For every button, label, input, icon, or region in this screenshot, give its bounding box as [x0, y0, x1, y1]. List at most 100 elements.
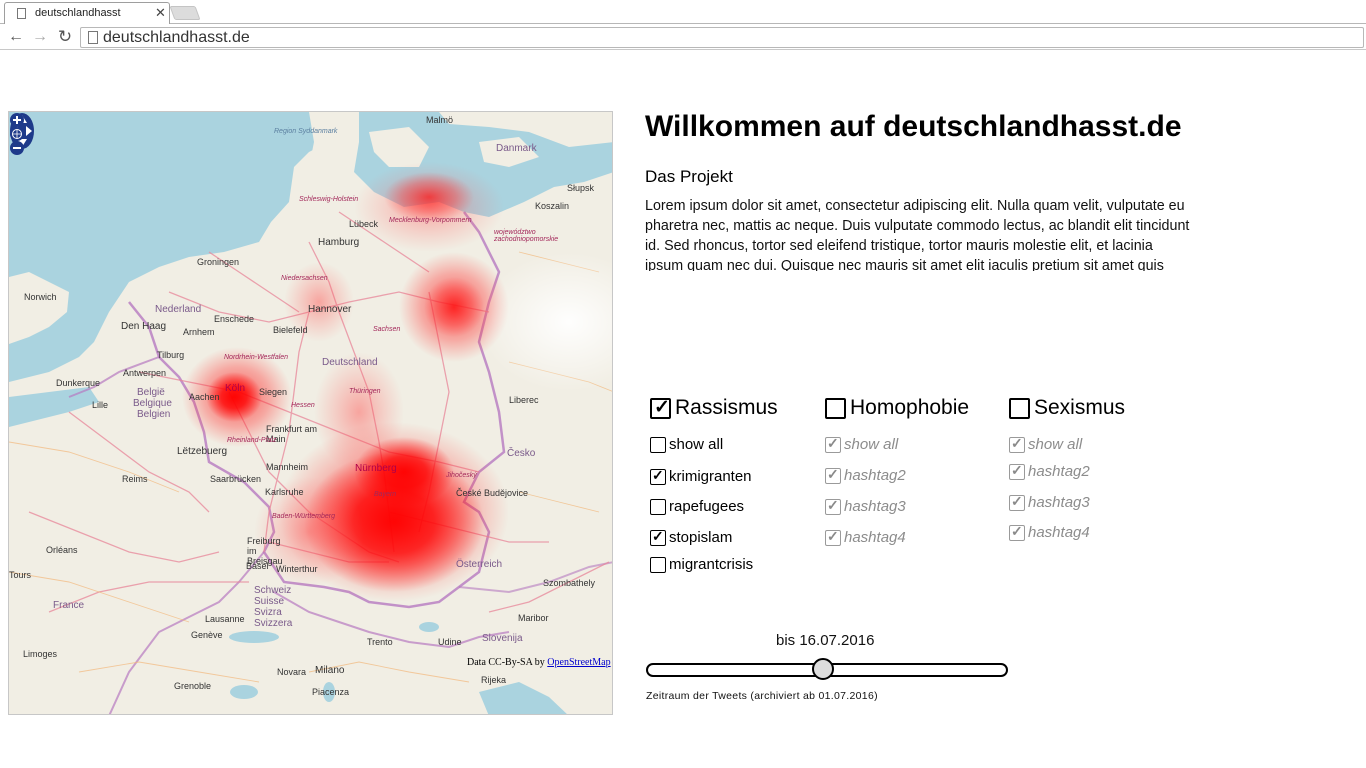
map-label-city: Lübeck: [349, 219, 379, 229]
hashtag-label: hashtag4: [1028, 524, 1090, 541]
map-label-state: Rheinland-Pfalz: [227, 437, 277, 444]
address-url[interactable]: deutschlandhasst.de: [103, 29, 250, 47]
map-label-city: Groningen: [197, 257, 240, 267]
hashtag-label: hashtag2: [844, 467, 906, 484]
map-label-city: Nürnberg: [355, 463, 397, 474]
map-label-city: Szombathely: [543, 578, 596, 588]
page-icon: [88, 31, 98, 44]
map-label-city: Grenoble: [174, 681, 212, 691]
map-label-city: Orléans: [46, 545, 78, 555]
map-label-city: Dunkerque: [56, 378, 101, 388]
hashtag-label: rapefugees: [669, 498, 745, 515]
map-label-city: Norwich: [24, 292, 57, 302]
map-label-city: Lille: [92, 400, 109, 410]
checkmark-icon: ✓: [1011, 435, 1023, 451]
map-label-city: Koszalin: [535, 201, 570, 211]
map-label-city: Rijeka: [481, 675, 507, 685]
attribution-text: Data CC-By-SA by: [467, 657, 548, 668]
time-slider-handle[interactable]: [812, 658, 834, 680]
map-label-city: Lausanne: [205, 614, 245, 624]
forward-arrow-icon[interactable]: →: [30, 27, 50, 47]
tab-strip: deutschlandhasst ✕: [0, 0, 1366, 24]
map-label-city: Limoges: [23, 649, 58, 659]
map-label-country: Lëtzebuerg: [177, 446, 228, 457]
map-label-city: Milano: [315, 665, 345, 676]
map-label-city: České Budějovice: [456, 488, 529, 498]
map-label-state: Nordrhein-Westfalen: [224, 354, 289, 361]
map-label-state: województwo zachodniopomorskie: [494, 229, 559, 243]
map-label-city: Genève: [191, 630, 223, 640]
checkmark-icon: ✓: [827, 435, 839, 451]
map-label-state: Bayern: [374, 491, 397, 498]
map-label-city: Winterthur: [276, 564, 318, 574]
reload-icon[interactable]: ↻: [55, 27, 75, 47]
category-label: Homophobie: [850, 396, 970, 419]
map-label-state: Schleswig-Holstein: [299, 196, 359, 203]
map-label-city: Malmö: [426, 115, 454, 125]
map-label-city: Tours: [9, 570, 32, 580]
hashtag-checkbox: ✓: [1009, 493, 1025, 511]
map-label-country: Belgien: [137, 409, 171, 420]
map-label-city: Hamburg: [318, 237, 360, 248]
map-label-city: Arnhem: [183, 327, 215, 337]
map-label-state: Jihočeský: [446, 472, 477, 479]
openstreetmap-link[interactable]: OpenStreetMap: [547, 657, 610, 668]
map-label-city: Trento: [367, 637, 393, 647]
new-tab-button[interactable]: [169, 6, 201, 20]
map-label-city: Hannover: [308, 304, 352, 315]
checkmark-icon: ✓: [827, 528, 839, 544]
map-label-region: Region Syddanmark: [274, 128, 338, 135]
hashtag-label: hashtag2: [1028, 463, 1090, 480]
map-label-city: Udine: [438, 637, 462, 647]
hashtag-label: hashtag3: [1028, 494, 1090, 511]
hashtag-label: show all: [669, 436, 724, 453]
map-label-state: Baden-Württemberg: [272, 513, 336, 520]
slider-caption: Zeitraum der Tweets (archiviert ab 01.07…: [646, 690, 878, 702]
category-label: Sexismus: [1034, 396, 1126, 419]
checkmark-icon: ✓: [654, 397, 670, 418]
date-label: bis 16.07.2016: [776, 632, 875, 649]
checkmark-icon: ✓: [827, 466, 839, 482]
category-checkbox[interactable]: ✓: [650, 397, 671, 419]
hashtag-label: show all: [1028, 436, 1083, 453]
hashtag-checkbox: ✓: [1009, 523, 1025, 541]
category-checkbox[interactable]: [1009, 398, 1030, 419]
section-heading: Das Projekt: [645, 167, 733, 186]
hashtag-checkbox[interactable]: ✓: [650, 467, 666, 485]
browser-tab[interactable]: deutschlandhasst ✕: [4, 2, 170, 24]
map-label-city: Karlsruhe: [265, 487, 304, 497]
category-checkbox[interactable]: [825, 398, 846, 419]
checkmark-icon: ✓: [1011, 493, 1023, 509]
map-label-city: Piacenza: [312, 687, 350, 697]
hashtag-checkbox: ✓: [825, 528, 841, 546]
browser-toolbar: ← → ↻ deutschlandhasst.de: [0, 24, 1366, 50]
address-bar[interactable]: deutschlandhasst.de: [80, 27, 1364, 48]
heatmap-map[interactable]: Malmö Danmark Słupsk Koszalin Region Syd…: [8, 111, 613, 715]
map-label-city: Basel: [246, 561, 269, 571]
back-arrow-icon[interactable]: ←: [6, 27, 26, 47]
hashtag-checkbox[interactable]: [650, 437, 666, 453]
hashtag-checkbox[interactable]: ✓: [650, 528, 666, 546]
hashtag-label: hashtag4: [844, 529, 906, 546]
map-label-country: Nederland: [155, 304, 202, 315]
hashtag-checkbox: ✓: [825, 466, 841, 484]
checkmark-icon: ✓: [652, 467, 664, 483]
map-attribution: Data CC-By-SA by OpenStreetMap: [467, 657, 611, 668]
map-label-country: Slovenija: [482, 633, 523, 644]
map-label-city: Mannheim: [266, 462, 309, 472]
map-label-country: Schweiz Suisse Svizra Svizzera: [254, 585, 293, 629]
close-tab-icon[interactable]: ✕: [155, 5, 166, 21]
checkmark-icon: ✓: [1011, 462, 1023, 478]
map-label-country: Belgique: [133, 398, 172, 409]
zoom-control[interactable]: [9, 112, 25, 156]
map-label-state: Niedersachsen: [281, 275, 328, 282]
map-label-city: Enschede: [214, 314, 255, 324]
map-label-country: België: [137, 387, 165, 398]
checkmark-icon: ✓: [652, 528, 664, 544]
hashtag-checkbox[interactable]: [650, 499, 666, 515]
map-label-country: Deutschland: [322, 357, 378, 368]
map-label-country: France: [53, 600, 85, 611]
map-label-state: Thüringen: [349, 388, 381, 395]
map-label-city: Bielefeld: [273, 325, 308, 335]
hashtag-checkbox[interactable]: [650, 557, 666, 573]
